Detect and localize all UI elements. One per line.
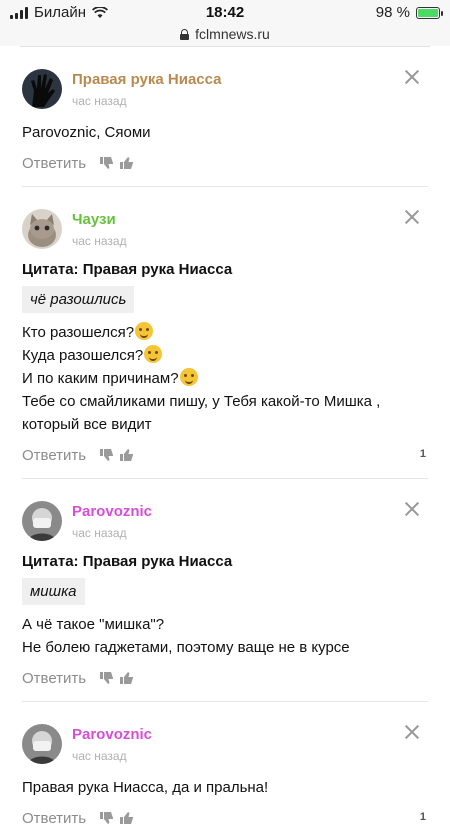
avatar[interactable] bbox=[22, 69, 62, 109]
thumb-down-icon[interactable] bbox=[100, 156, 114, 170]
comment-line: Кто разошелся? bbox=[22, 321, 428, 344]
avatar[interactable] bbox=[22, 209, 62, 249]
comment-line: Куда разошелся? bbox=[22, 344, 428, 367]
battery-icon bbox=[416, 6, 443, 19]
reply-button[interactable]: Ответить bbox=[22, 447, 86, 464]
status-left: Билайн bbox=[10, 4, 108, 21]
lock-icon bbox=[180, 28, 190, 40]
battery-percent: 98 % bbox=[375, 4, 410, 21]
comment-time: час назад bbox=[72, 749, 127, 763]
quote-title: Цитата: Правая рука Ниасса bbox=[22, 261, 233, 278]
close-icon[interactable] bbox=[404, 69, 420, 85]
comment-actions: Ответить 1 bbox=[22, 803, 428, 833]
url-text: fclmnews.ru bbox=[195, 26, 270, 42]
reply-button[interactable]: Ответить bbox=[22, 670, 86, 687]
comment-line: Правая рука Ниасса, да и пральна! bbox=[22, 779, 269, 796]
thumb-down-icon[interactable] bbox=[100, 448, 114, 462]
vote-controls bbox=[100, 671, 134, 685]
comment-body: А чё такое "мишка"? Не болею гаджетами, … bbox=[22, 613, 428, 659]
comment-time: час назад bbox=[72, 526, 127, 540]
comment: Parovoznic час назад Правая рука Ниасса,… bbox=[0, 702, 450, 833]
quote-text: чё разошлись bbox=[22, 286, 135, 313]
comment-score: 1 bbox=[419, 448, 426, 460]
thumb-down-icon[interactable] bbox=[100, 671, 114, 685]
comment-line: И по каким причинам? bbox=[22, 367, 428, 390]
comment-body: Parovoznic, Сяоми bbox=[22, 121, 428, 144]
comment-line: Тебе со смайликами пишу, у Тебя какой-то… bbox=[22, 393, 381, 410]
comment-line: который все видит bbox=[22, 416, 152, 433]
comment: Чаузи час назад Цитата: Правая рука Ниас… bbox=[0, 187, 450, 479]
comment-header: Parovoznic час назад bbox=[22, 724, 428, 768]
thumb-up-icon[interactable] bbox=[120, 156, 134, 170]
comment-line: Parovoznic, Сяоми bbox=[22, 124, 151, 141]
comment-meta: Parovoznic час назад bbox=[72, 501, 152, 540]
raised-eyebrow-emoji-icon bbox=[144, 345, 163, 363]
close-icon[interactable] bbox=[404, 209, 420, 225]
close-icon[interactable] bbox=[404, 501, 420, 517]
vote-controls bbox=[100, 448, 134, 462]
comment-score: 1 bbox=[419, 811, 426, 823]
reply-button[interactable]: Ответить bbox=[22, 155, 86, 172]
thumb-up-icon[interactable] bbox=[120, 671, 134, 685]
thumb-up-icon[interactable] bbox=[120, 811, 134, 825]
quote-text: мишка bbox=[22, 578, 85, 605]
comment-header: Чаузи час назад bbox=[22, 209, 428, 253]
author-name[interactable]: Чаузи bbox=[72, 211, 127, 228]
monocle-emoji-icon bbox=[135, 322, 154, 340]
comment-body: Правая рука Ниасса, да и пральна! bbox=[22, 776, 428, 799]
thumb-down-icon[interactable] bbox=[100, 811, 114, 825]
comment-time: час назад bbox=[72, 234, 127, 248]
comment-meta: Правая рука Ниасса час назад bbox=[72, 69, 222, 108]
comment-actions: Ответить bbox=[22, 663, 428, 693]
author-name[interactable]: Parovoznic bbox=[72, 503, 152, 520]
status-right: 98 % bbox=[375, 4, 443, 21]
avatar[interactable] bbox=[22, 501, 62, 541]
thumb-up-icon[interactable] bbox=[120, 448, 134, 462]
comment-line: А чё такое "мишка"? bbox=[22, 616, 165, 633]
url-bar[interactable]: fclmnews.ru bbox=[0, 22, 450, 46]
comment-list: Правая рука Ниасса час назад Parovoznic,… bbox=[0, 47, 450, 833]
comment-meta: Чаузи час назад bbox=[72, 209, 127, 248]
thinking-emoji-icon bbox=[179, 368, 198, 386]
comment-header: Правая рука Ниасса час назад bbox=[22, 69, 428, 113]
carrier-name: Билайн bbox=[34, 4, 86, 21]
avatar[interactable] bbox=[22, 724, 62, 764]
comment-body: Кто разошелся? Куда разошелся? И по каки… bbox=[22, 321, 428, 436]
quote-title: Цитата: Правая рука Ниасса bbox=[22, 553, 233, 570]
comment: Parovoznic час назад Цитата: Правая рука… bbox=[0, 479, 450, 702]
battery-fill bbox=[418, 8, 438, 17]
vote-controls bbox=[100, 811, 134, 825]
comment-actions: Ответить bbox=[22, 148, 428, 178]
comment: Правая рука Ниасса час назад Parovoznic,… bbox=[0, 47, 450, 187]
comment-meta: Parovoznic час назад bbox=[72, 724, 152, 763]
comment-time: час назад bbox=[72, 94, 127, 108]
comment-header: Parovoznic час назад bbox=[22, 501, 428, 545]
vote-controls bbox=[100, 156, 134, 170]
author-name[interactable]: Parovoznic bbox=[72, 726, 152, 743]
reply-button[interactable]: Ответить bbox=[22, 810, 86, 827]
signal-icon bbox=[10, 6, 28, 19]
author-name[interactable]: Правая рука Ниасса bbox=[72, 71, 222, 88]
comment-actions: Ответить 1 bbox=[22, 440, 428, 470]
wifi-icon bbox=[91, 6, 108, 19]
comment-line: Не болею гаджетами, поэтому ваще не в ку… bbox=[22, 639, 350, 656]
close-icon[interactable] bbox=[404, 724, 420, 740]
